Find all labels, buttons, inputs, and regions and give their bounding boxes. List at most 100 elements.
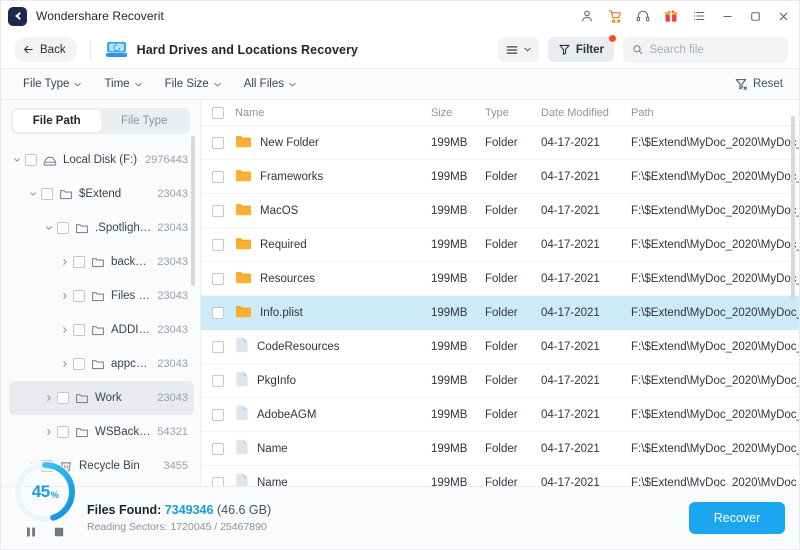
minimize-icon[interactable] <box>713 1 741 31</box>
filter-chip-file-type[interactable]: File Type <box>23 78 82 90</box>
column-header-path[interactable]: Path <box>631 107 799 119</box>
search-input[interactable] <box>649 43 779 56</box>
cart-icon[interactable] <box>601 1 629 31</box>
row-checkbox[interactable] <box>201 442 235 455</box>
tab-file-type[interactable]: File Type <box>101 110 189 132</box>
filter-button-label: Filter <box>575 43 604 56</box>
tree-item[interactable]: Local Disk (F:) 2976443 <box>1 143 200 177</box>
tree-item[interactable]: .Spotlight-V10000... 23043 <box>1 211 200 245</box>
tree-item-checkbox[interactable] <box>57 222 69 234</box>
menu-list-icon[interactable] <box>685 1 713 31</box>
row-path: F:\$Extend\MyDoc_2020\MyDoc_2020\M... <box>631 408 799 421</box>
back-button[interactable]: Back <box>14 37 77 62</box>
tree-item-checkbox[interactable] <box>73 256 85 268</box>
recover-button[interactable]: Recover <box>689 502 785 534</box>
gift-icon[interactable] <box>657 1 685 31</box>
tree-item-checkbox[interactable] <box>57 426 69 438</box>
tree-item-checkbox[interactable] <box>41 188 53 200</box>
pause-icon[interactable] <box>25 525 37 543</box>
row-date-modified: 04-17-2021 <box>541 374 600 387</box>
reset-button[interactable]: Reset <box>734 77 783 91</box>
tree-item[interactable]: appcompat 23043 <box>1 347 200 381</box>
row-name: MacOS <box>260 204 299 217</box>
filter-chip-all-files[interactable]: All Files <box>244 78 297 90</box>
column-header-type[interactable]: Type <box>485 107 541 119</box>
tree-item-label: Work <box>95 392 122 404</box>
row-type: Folder <box>485 476 518 487</box>
filter-chip-time[interactable]: Time <box>104 78 142 90</box>
tree-item-checkbox[interactable] <box>73 290 85 302</box>
sidebar-scrollbar[interactable] <box>191 136 195 286</box>
row-path: F:\$Extend\MyDoc_2020\MyDoc_2020\M... <box>631 136 799 149</box>
tree-expand-toggle[interactable] <box>43 428 55 436</box>
column-header-size[interactable]: Size <box>431 107 485 119</box>
tree-item-checkbox[interactable] <box>73 324 85 336</box>
filter-button[interactable]: Filter <box>547 35 616 62</box>
filter-chip-label: File Type <box>23 78 70 90</box>
tree-expand-toggle[interactable] <box>43 224 55 232</box>
row-checkbox[interactable] <box>201 306 235 319</box>
tree-expand-toggle[interactable] <box>59 292 71 300</box>
table-row[interactable]: Name 199MB Folder 04-17-2021 F:\$Extend\MyDo… <box>201 466 799 486</box>
row-checkbox[interactable] <box>201 204 235 217</box>
row-type: Folder <box>485 238 518 251</box>
row-checkbox[interactable] <box>201 238 235 251</box>
search-box[interactable] <box>623 36 788 63</box>
tree-item[interactable]: WSBackupData 54321 <box>1 415 200 449</box>
row-date-modified: 04-17-2021 <box>541 238 600 251</box>
stop-icon[interactable] <box>53 525 65 543</box>
tree-item-checkbox[interactable] <box>57 392 69 404</box>
sidebar: File Path File Type Local Disk (F:) 29764… <box>1 100 201 486</box>
tree-item[interactable]: $Extend 23043 <box>1 177 200 211</box>
row-checkbox[interactable] <box>201 374 235 387</box>
view-options-button[interactable] <box>497 37 539 62</box>
tree-item[interactable]: backupdata 23043 <box>1 245 200 279</box>
table-row[interactable]: Name 199MB Folder 04-17-2021 F:\$Extend\MyDo… <box>201 432 799 466</box>
row-checkbox[interactable] <box>201 340 235 353</box>
file-list-scrollbar[interactable] <box>791 116 795 301</box>
row-name: Frameworks <box>260 170 324 183</box>
support-headset-icon[interactable] <box>629 1 657 31</box>
tree-item[interactable]: Files Lost Origri... 23043 <box>1 279 200 313</box>
table-row[interactable]: AdobeAGM 199MB Folder 04-17-2021 F:\$Extend\… <box>201 398 799 432</box>
tree-expand-toggle[interactable] <box>11 156 23 164</box>
filter-chip-label: All Files <box>243 78 284 90</box>
tree-expand-toggle[interactable] <box>43 394 55 402</box>
account-icon[interactable] <box>573 1 601 31</box>
table-row[interactable]: Resources 199MB Folder 04-17-2021 F:\$Extend… <box>201 262 799 296</box>
table-row[interactable]: Info.plist 199MB Folder 04-17-2021 F:\$Exten… <box>201 296 799 330</box>
tree-item[interactable]: Work 23043 <box>9 381 194 415</box>
tree-expand-toggle[interactable] <box>59 360 71 368</box>
table-row[interactable]: CodeResources 199MB Folder 04-17-2021 F:\$Ex… <box>201 330 799 364</box>
column-header-date-modified[interactable]: Date Modified <box>541 107 631 119</box>
column-header-name[interactable]: Name <box>235 107 431 119</box>
table-row[interactable]: MacOS 199MB Folder 04-17-2021 F:\$Extend\MyD… <box>201 194 799 228</box>
row-checkbox[interactable] <box>201 170 235 183</box>
row-checkbox[interactable] <box>201 272 235 285</box>
file-icon <box>236 405 248 421</box>
select-all-checkbox[interactable] <box>201 106 235 119</box>
table-row[interactable]: PkgInfo 199MB Folder 04-17-2021 F:\$Extend\M… <box>201 364 799 398</box>
tree-expand-toggle[interactable] <box>59 258 71 266</box>
row-checkbox[interactable] <box>201 476 235 486</box>
row-date-modified: 04-17-2021 <box>541 306 600 319</box>
table-row[interactable]: Frameworks 199MB Folder 04-17-2021 F:\$Exten… <box>201 160 799 194</box>
tree-item-checkbox[interactable] <box>73 358 85 370</box>
table-row[interactable]: Required 199MB Folder 04-17-2021 F:\$Extend\… <box>201 228 799 262</box>
folder-outline-icon <box>59 187 73 201</box>
close-icon[interactable] <box>769 1 797 31</box>
tree-item[interactable]: ADDINS 23043 <box>1 313 200 347</box>
tree-item-checkbox[interactable] <box>25 154 37 166</box>
row-checkbox[interactable] <box>201 136 235 149</box>
tree-expand-toggle[interactable] <box>27 190 39 198</box>
table-row[interactable]: New Folder 199MB Folder 04-17-2021 F:\$Exten… <box>201 126 799 160</box>
filter-chip-file-size[interactable]: File Size <box>165 78 222 90</box>
tree-expand-toggle[interactable] <box>59 326 71 334</box>
row-checkbox[interactable] <box>201 408 235 421</box>
row-path: F:\$Extend\MyDoc_2020\MyDoc_2020\M... <box>631 306 799 319</box>
maximize-icon[interactable] <box>741 1 769 31</box>
row-size: 199MB <box>431 408 468 421</box>
folder-icon <box>235 202 252 220</box>
tab-file-path[interactable]: File Path <box>13 110 101 132</box>
row-date-modified: 04-17-2021 <box>541 170 600 183</box>
